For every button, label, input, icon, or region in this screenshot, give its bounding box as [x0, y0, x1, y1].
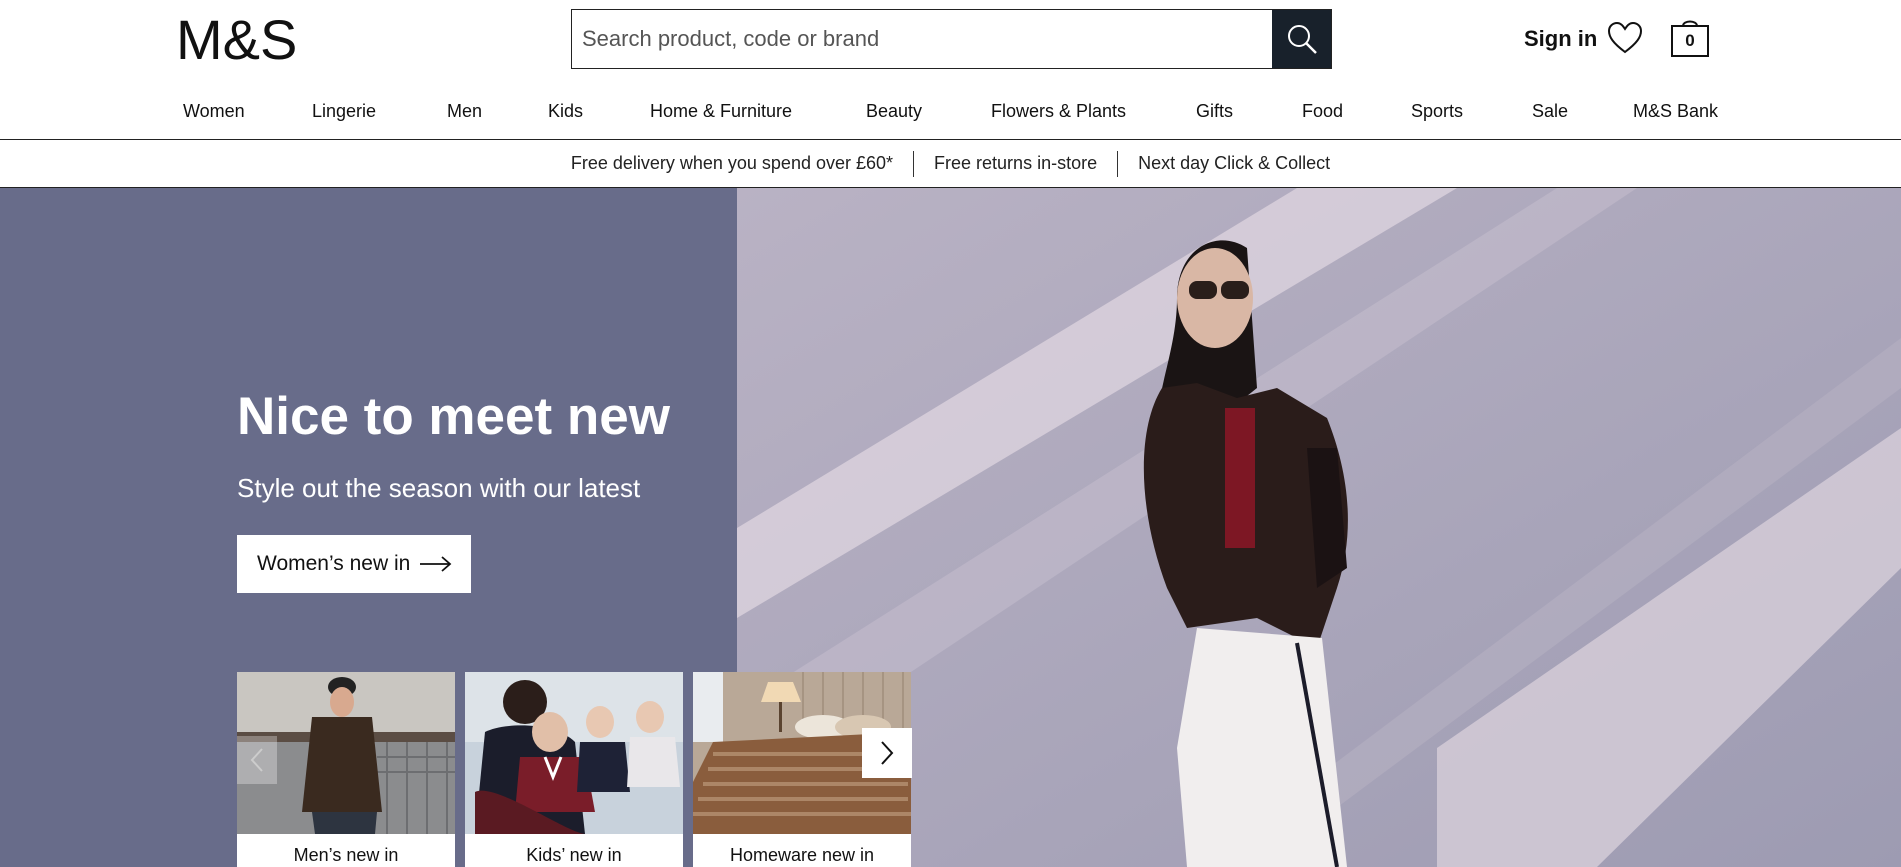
hero-banner: Nice to meet new Style out the season wi… [0, 188, 1901, 867]
nav-item-flowers-plants[interactable]: Flowers & Plants [991, 101, 1126, 122]
main-nav: Women Lingerie Men Kids Home & Furniture… [0, 95, 1901, 140]
tile-label: Homeware new in [729, 845, 875, 865]
tile-kids-new-in[interactable]: Kids’ new in [465, 672, 683, 867]
nav-item-sports[interactable]: Sports [1411, 101, 1463, 122]
nav-item-women[interactable]: Women [183, 101, 245, 122]
tile-label: Men’s new in [293, 845, 399, 865]
nav-item-gifts[interactable]: Gifts [1196, 101, 1233, 122]
nav-item-food[interactable]: Food [1302, 101, 1343, 122]
search-icon [1287, 25, 1317, 54]
hero-title: Nice to meet new [237, 387, 670, 446]
arrow-right-icon [420, 556, 452, 572]
chevron-right-icon [881, 741, 894, 765]
promo-click-collect[interactable]: Next day Click & Collect [1118, 153, 1350, 174]
promo-free-returns[interactable]: Free returns in-store [914, 153, 1117, 174]
kids-new-in-image [465, 672, 683, 834]
nav-item-ms-bank[interactable]: M&S Bank [1633, 101, 1718, 122]
nav-item-kids[interactable]: Kids [548, 101, 583, 122]
nav-item-home-furniture[interactable]: Home & Furniture [650, 101, 792, 122]
womens-new-in-button[interactable]: Women’s new in [237, 535, 471, 593]
nav-item-sale[interactable]: Sale [1532, 101, 1568, 122]
hero-subtitle: Style out the season with our latest [237, 473, 641, 503]
cta-label: Women’s new in [257, 552, 411, 575]
promo-free-delivery[interactable]: Free delivery when you spend over £60* [551, 153, 913, 174]
sign-in-link[interactable]: Sign in [1524, 26, 1597, 52]
nav-item-beauty[interactable]: Beauty [866, 101, 922, 122]
svg-text:M&S: M&S [176, 9, 297, 69]
search-input[interactable] [572, 10, 1272, 68]
carousel-prev-button[interactable] [237, 736, 277, 784]
search-button[interactable] [1272, 10, 1331, 68]
chevron-left-icon [250, 748, 263, 772]
tile-mens-new-in[interactable]: Men’s new in [237, 672, 455, 867]
shopping-bag-icon[interactable]: 0 [1670, 18, 1710, 58]
nav-item-men[interactable]: Men [447, 101, 482, 122]
nav-item-lingerie[interactable]: Lingerie [312, 101, 376, 122]
wishlist-heart-icon[interactable] [1607, 21, 1643, 55]
promo-bar: Free delivery when you spend over £60* F… [0, 140, 1901, 188]
carousel-next-button[interactable] [862, 728, 912, 778]
ms-logo[interactable]: M&S [176, 8, 310, 71]
tile-label: Kids’ new in [526, 845, 622, 865]
search-bar [571, 9, 1332, 69]
bag-count: 0 [1685, 31, 1695, 50]
